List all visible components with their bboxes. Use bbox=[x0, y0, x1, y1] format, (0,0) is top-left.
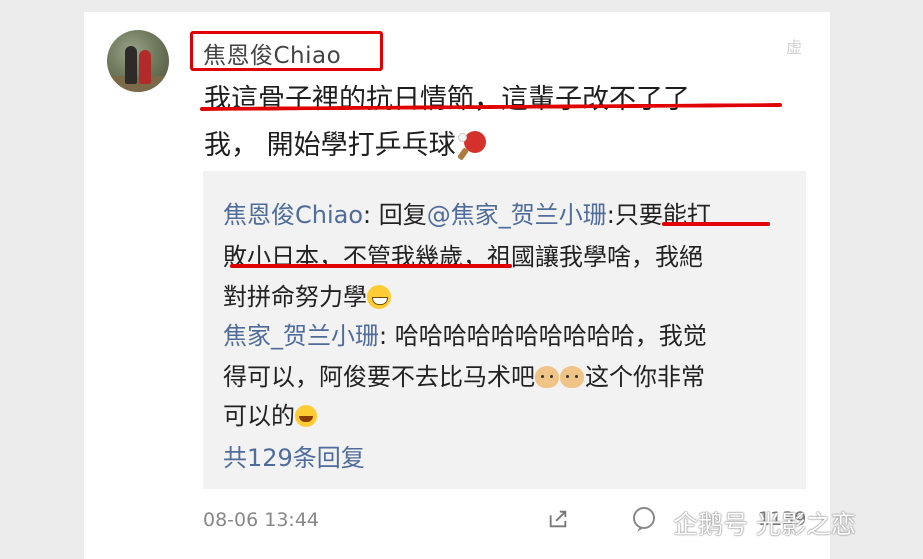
comment-icon[interactable] bbox=[630, 505, 658, 533]
avatar[interactable] bbox=[107, 30, 169, 92]
reply-line-1: 焦恩俊Chiao: 回复@焦家_贺兰小珊:只要能打 bbox=[223, 195, 711, 230]
watermark-text: 企鹅号 光影之恋 bbox=[673, 510, 856, 539]
reply-underline-1 bbox=[662, 222, 770, 226]
reply-text-5a: 得可以，阿俊要不去比马术吧 bbox=[223, 363, 535, 391]
reply-line-6: 可以的 bbox=[223, 396, 317, 431]
reply-text-3: 對拼命努力學 bbox=[223, 283, 367, 311]
brand-mark-icon: 虚 bbox=[786, 38, 803, 57]
post-content-line-2-text: 我， 開始學打乒乓球 bbox=[204, 130, 456, 161]
laugh-emoji-icon bbox=[295, 405, 317, 427]
reply-underline-2 bbox=[230, 264, 512, 268]
reply-text-5b: 这个你非常 bbox=[585, 363, 705, 391]
share-icon[interactable] bbox=[547, 508, 569, 530]
cat-emoji-icon bbox=[535, 366, 559, 388]
grin-emoji-icon bbox=[367, 285, 391, 309]
reply-text-4: : 哈哈哈哈哈哈哈哈哈哈，我觉 bbox=[379, 322, 707, 350]
reply-line-4: 焦家_贺兰小珊: 哈哈哈哈哈哈哈哈哈哈，我觉 bbox=[223, 316, 707, 351]
reply-author-link[interactable]: 焦恩俊Chiao bbox=[223, 201, 363, 229]
post-content-line-2: 我， 開始學打乒乓球 bbox=[204, 123, 486, 162]
reply-line-5: 得可以，阿俊要不去比马术吧 这个你非常 bbox=[223, 357, 705, 392]
reply-mention-link[interactable]: @焦家_贺兰小珊 bbox=[427, 201, 607, 229]
reply-line-3: 對拼命努力學 bbox=[223, 277, 391, 312]
reply-count-link[interactable]: 共129条回复 bbox=[223, 438, 365, 473]
ping-pong-paddle-icon bbox=[456, 131, 486, 161]
username-highlight-box bbox=[190, 31, 383, 71]
cat-emoji-icon bbox=[560, 366, 584, 388]
reply-author-link-2[interactable]: 焦家_贺兰小珊 bbox=[223, 322, 379, 350]
reply-text-6: 可以的 bbox=[223, 402, 295, 430]
reply-separator: : 回复 bbox=[363, 201, 427, 229]
post-timestamp: 08-06 13:44 bbox=[203, 509, 320, 531]
